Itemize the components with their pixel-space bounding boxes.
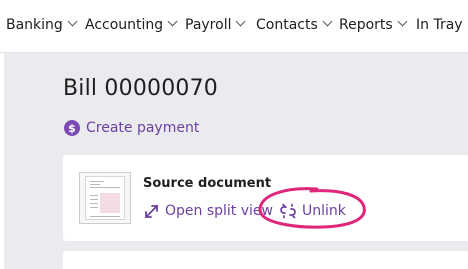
nav-item-accounting[interactable]: Accounting bbox=[85, 16, 178, 33]
source-document-thumbnail[interactable] bbox=[79, 172, 131, 224]
document-preview-icon bbox=[85, 176, 125, 220]
top-navigation: Banking Accounting Payroll Contacts Repo… bbox=[0, 0, 468, 53]
nav-item-label: Banking bbox=[6, 17, 63, 33]
nav-item-contacts[interactable]: Contacts bbox=[256, 16, 333, 33]
open-split-view-link[interactable]: Open split view bbox=[143, 201, 273, 221]
nav-item-payroll[interactable]: Payroll bbox=[185, 16, 246, 33]
nav-item-label: In Tray bbox=[416, 17, 463, 33]
unlink-button[interactable]: Unlink bbox=[280, 201, 346, 221]
nav-item-label: Reports bbox=[339, 17, 393, 33]
page-title: Bill 00000070 bbox=[63, 76, 218, 101]
nav-item-reports[interactable]: Reports bbox=[339, 16, 408, 33]
create-payment-label: Create payment bbox=[86, 120, 200, 136]
source-document-heading: Source document bbox=[143, 176, 272, 191]
unlink-label: Unlink bbox=[302, 203, 346, 219]
chevron-down-icon bbox=[397, 16, 408, 27]
nav-item-in-tray[interactable]: In Tray bbox=[416, 17, 463, 33]
chevron-down-icon bbox=[236, 16, 246, 27]
chevron-down-icon bbox=[322, 16, 333, 27]
chevron-down-icon bbox=[167, 16, 178, 27]
source-document-card: Source document Open split view Unlink bbox=[63, 155, 468, 241]
nav-item-label: Accounting bbox=[85, 17, 164, 33]
nav-item-banking[interactable]: Banking bbox=[6, 16, 78, 33]
create-payment-link[interactable]: $ Create payment bbox=[64, 118, 199, 138]
unlink-icon bbox=[280, 203, 296, 219]
nav-item-label: Payroll bbox=[185, 17, 232, 33]
next-card bbox=[63, 251, 468, 269]
expand-arrows-icon bbox=[145, 204, 158, 218]
chevron-down-icon bbox=[67, 16, 78, 27]
left-panel-edge bbox=[0, 53, 4, 269]
nav-item-label: Contacts bbox=[256, 17, 318, 33]
dollar-circle-icon: $ bbox=[64, 120, 80, 136]
open-split-view-label: Open split view bbox=[165, 203, 273, 219]
